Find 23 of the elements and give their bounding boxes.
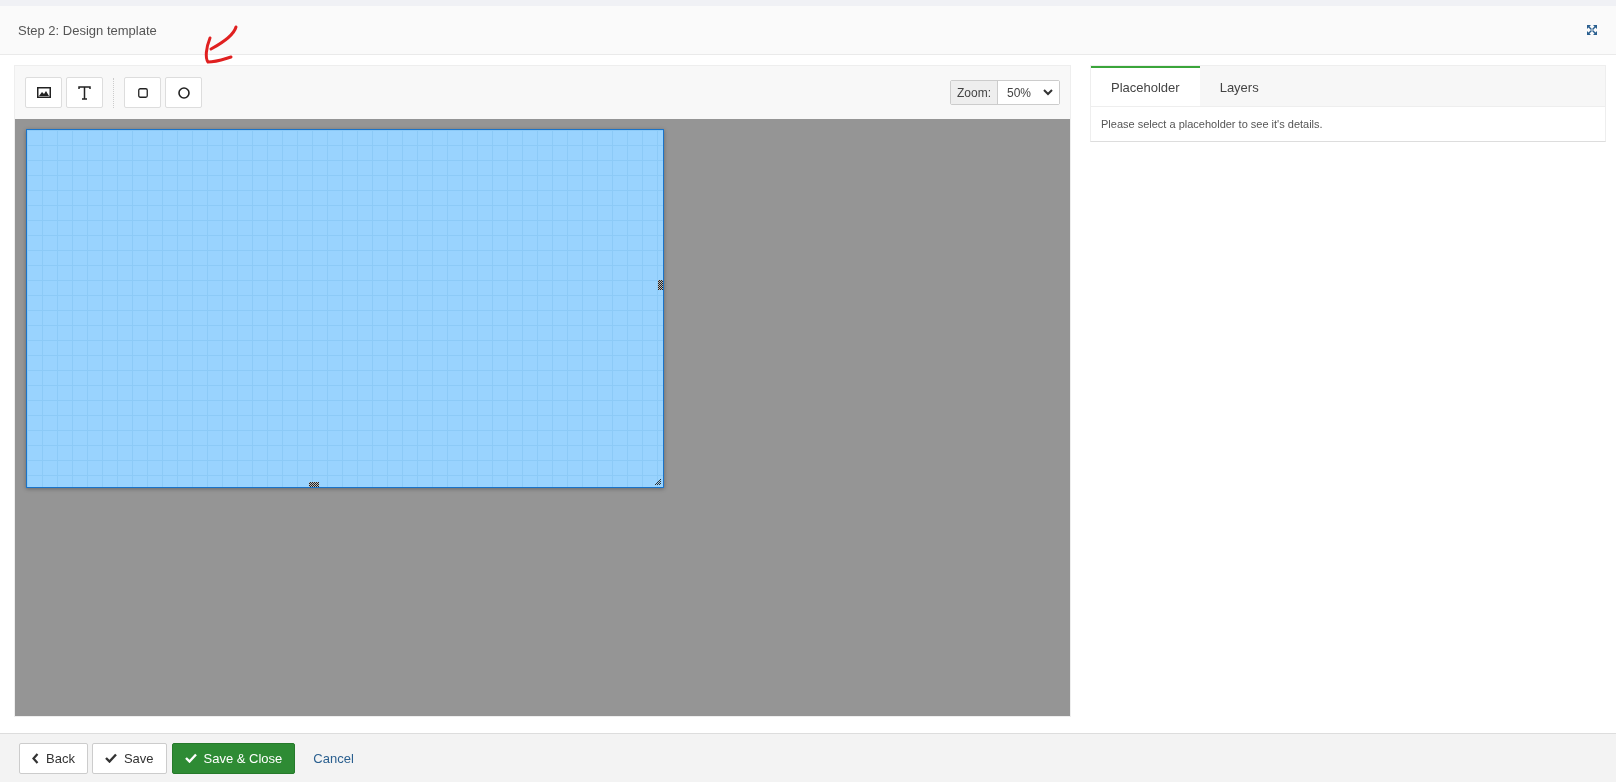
back-button[interactable]: Back — [19, 742, 88, 774]
cancel-link[interactable]: Cancel — [301, 742, 366, 774]
circle-tool-button[interactable] — [165, 77, 202, 108]
page-title: Step 2: Design template — [18, 22, 157, 38]
image-icon — [36, 87, 51, 98]
check-icon — [104, 753, 117, 763]
square-icon — [137, 87, 148, 98]
resize-grip-icon[interactable] — [655, 479, 662, 486]
save-button[interactable]: Save — [91, 742, 167, 774]
circle-icon — [177, 86, 190, 99]
save-and-close-button[interactable]: Save & Close — [171, 742, 296, 774]
rectangle-tool-button[interactable] — [124, 77, 161, 108]
panel-tab[interactable]: Layers — [1199, 66, 1279, 106]
resize-handle[interactable] — [309, 482, 319, 487]
text-tool-button[interactable] — [66, 77, 103, 108]
check-icon — [184, 753, 197, 763]
expand-icon[interactable] — [1586, 24, 1598, 36]
panel-tab[interactable]: Placeholder — [1091, 66, 1200, 106]
chevron-left-icon — [32, 752, 39, 764]
panel-message: Please select a placeholder to see it's details. — [1090, 106, 1606, 142]
resize-handle[interactable] — [658, 280, 663, 290]
text-icon — [78, 85, 91, 100]
image-tool-button[interactable] — [25, 77, 62, 108]
